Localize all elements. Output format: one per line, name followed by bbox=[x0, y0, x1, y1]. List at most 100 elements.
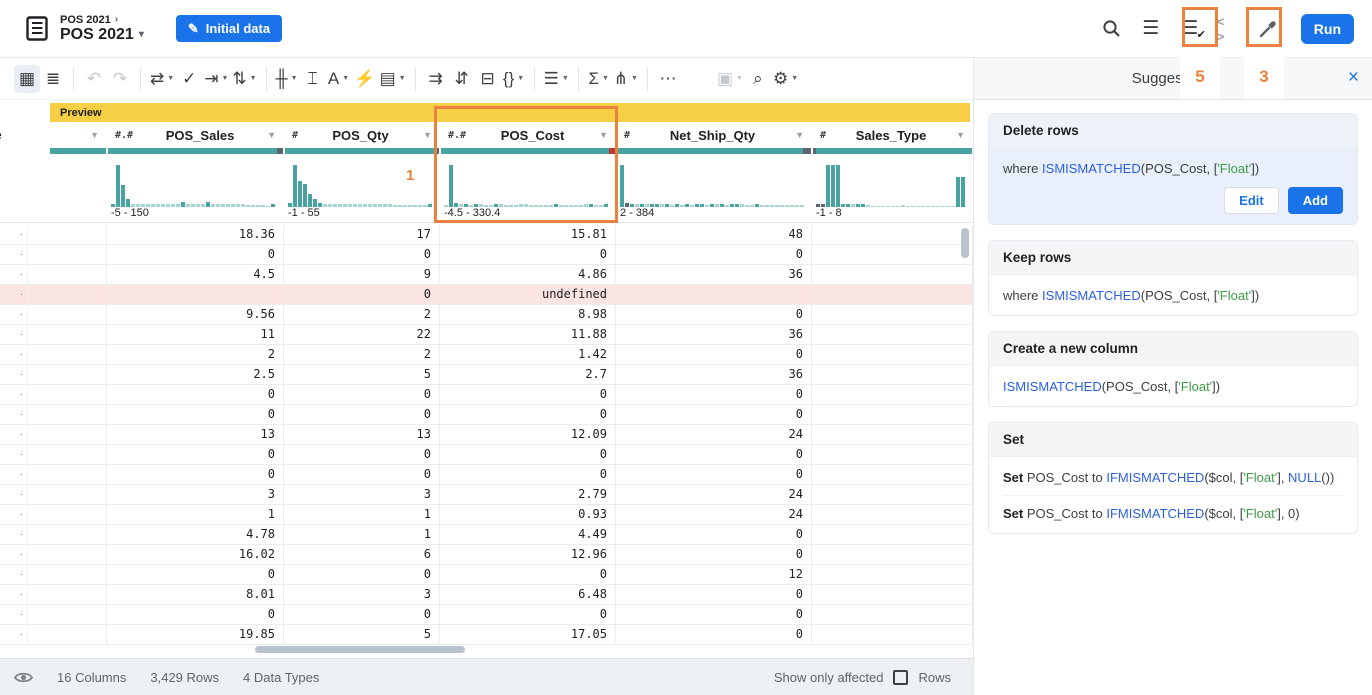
unpivot-button[interactable]: ⇉ bbox=[423, 65, 449, 93]
cell[interactable]: 0 bbox=[107, 465, 284, 484]
filter-button[interactable]: ☰▼ bbox=[542, 65, 571, 93]
cell[interactable]: 13 bbox=[284, 425, 440, 444]
cell[interactable]: 0 bbox=[616, 445, 812, 464]
more-button[interactable]: ⋯ bbox=[655, 65, 681, 93]
cell[interactable] bbox=[28, 365, 107, 384]
column-menu-chevron-icon[interactable]: ▼ bbox=[423, 130, 432, 140]
cell[interactable]: 0 bbox=[284, 465, 440, 484]
row-marker[interactable]: · bbox=[0, 365, 28, 384]
cell[interactable]: 0 bbox=[440, 605, 616, 624]
suggestion-card-keep-rows[interactable]: Keep rowswhere ISMISMATCHED(POS_Cost, ['… bbox=[988, 240, 1358, 316]
histogram-bar[interactable] bbox=[313, 199, 317, 207]
column-menu-chevron-icon[interactable]: ▼ bbox=[956, 130, 965, 140]
cell[interactable] bbox=[812, 485, 973, 504]
row-marker[interactable]: · bbox=[0, 245, 28, 264]
row-marker[interactable]: · bbox=[0, 585, 28, 604]
cell[interactable]: 2 bbox=[107, 345, 284, 364]
cell[interactable]: 0 bbox=[440, 445, 616, 464]
lookup-button[interactable]: ⌕ bbox=[745, 65, 771, 93]
histogram-bar[interactable] bbox=[836, 165, 840, 207]
cell[interactable]: 0 bbox=[107, 385, 284, 404]
row-marker[interactable]: · bbox=[0, 565, 28, 584]
cell[interactable]: 36 bbox=[616, 325, 812, 344]
cell[interactable]: 16.02 bbox=[107, 545, 284, 564]
title-caret-icon[interactable]: ▾ bbox=[139, 29, 144, 40]
histogram-bar[interactable] bbox=[126, 199, 130, 207]
cell[interactable]: 3 bbox=[284, 585, 440, 604]
column-header-clipped[interactable]: ▼ bbox=[28, 122, 107, 148]
row-marker[interactable]: · bbox=[0, 605, 28, 624]
suggestion-expression[interactable]: where ISMISMATCHED(POS_Cost, ['Float']) bbox=[1003, 286, 1343, 305]
cell[interactable]: 0 bbox=[440, 245, 616, 264]
row-marker[interactable]: · bbox=[0, 405, 28, 424]
cell[interactable]: 0 bbox=[616, 625, 812, 644]
rows-checkbox[interactable] bbox=[893, 670, 908, 685]
cell[interactable]: 0 bbox=[284, 245, 440, 264]
cell[interactable]: 0 bbox=[440, 565, 616, 584]
cell[interactable]: 2.79 bbox=[440, 485, 616, 504]
histogram-bar[interactable] bbox=[121, 185, 125, 207]
cell[interactable]: 5 bbox=[284, 625, 440, 644]
cell[interactable] bbox=[28, 545, 107, 564]
column-header-net_ship_qty[interactable]: #Net_Ship_Qty▼ bbox=[616, 122, 812, 148]
cell[interactable] bbox=[812, 565, 973, 584]
cell[interactable]: 0 bbox=[284, 405, 440, 424]
add-button[interactable]: Add bbox=[1288, 187, 1343, 214]
row-marker[interactable]: · bbox=[0, 285, 28, 304]
format-text-button[interactable]: A▼ bbox=[326, 65, 352, 93]
cell[interactable] bbox=[28, 225, 107, 244]
cell[interactable]: 4.86 bbox=[440, 265, 616, 284]
cell[interactable]: 3 bbox=[284, 485, 440, 504]
cell[interactable]: 12 bbox=[616, 565, 812, 584]
cell[interactable]: 0 bbox=[107, 245, 284, 264]
cell[interactable]: 0 bbox=[107, 445, 284, 464]
histogram-bar[interactable] bbox=[620, 165, 624, 207]
cell[interactable] bbox=[28, 305, 107, 324]
cell[interactable] bbox=[28, 385, 107, 404]
cell[interactable] bbox=[28, 325, 107, 344]
cell[interactable] bbox=[812, 465, 973, 484]
cell[interactable]: 17 bbox=[284, 225, 440, 244]
breadcrumb-item[interactable]: POS 2021 bbox=[60, 14, 111, 26]
cell[interactable] bbox=[812, 425, 973, 444]
cell[interactable]: 2 bbox=[284, 345, 440, 364]
cell[interactable]: 3 bbox=[107, 485, 284, 504]
cell[interactable]: 17.05 bbox=[440, 625, 616, 644]
nest-button[interactable]: {}▼ bbox=[501, 65, 527, 93]
cell[interactable]: 1 bbox=[284, 525, 440, 544]
merge-columns-button[interactable]: ⌶ bbox=[300, 65, 326, 93]
sort-button[interactable]: ⇅▼ bbox=[230, 65, 258, 93]
cell[interactable]: 0 bbox=[440, 385, 616, 404]
column-header-pos_qty[interactable]: #POS_Qty▼ bbox=[284, 122, 440, 148]
cell[interactable] bbox=[28, 405, 107, 424]
cell[interactable] bbox=[28, 285, 107, 304]
cell[interactable] bbox=[812, 325, 973, 344]
suggestion-card-delete-rows[interactable]: Delete rowswhere ISMISMATCHED(POS_Cost, … bbox=[988, 113, 1358, 225]
histogram-bar[interactable] bbox=[303, 184, 307, 207]
cell[interactable]: 6.48 bbox=[440, 585, 616, 604]
cell[interactable]: 0 bbox=[284, 285, 440, 304]
row-marker[interactable]: · bbox=[0, 425, 28, 444]
cell[interactable]: 4.49 bbox=[440, 525, 616, 544]
row-marker[interactable]: · bbox=[0, 325, 28, 344]
vertical-scrollbar[interactable] bbox=[961, 228, 969, 258]
cell[interactable] bbox=[28, 625, 107, 644]
cell[interactable]: 0 bbox=[107, 605, 284, 624]
histogram-pos_qty[interactable] bbox=[284, 155, 440, 207]
histogram-bar[interactable] bbox=[298, 181, 302, 207]
cell[interactable] bbox=[812, 505, 973, 524]
pivot-button[interactable]: ⊟ bbox=[475, 65, 501, 93]
row-marker[interactable]: · bbox=[0, 265, 28, 284]
cell[interactable] bbox=[812, 525, 973, 544]
cell[interactable] bbox=[812, 585, 973, 604]
cell[interactable]: 0 bbox=[284, 385, 440, 404]
cell[interactable]: 0 bbox=[616, 605, 812, 624]
cell[interactable]: 9.56 bbox=[107, 305, 284, 324]
suggestion-expression[interactable]: ISMISMATCHED(POS_Cost, ['Float']) bbox=[1003, 377, 1343, 396]
data-quality-bar[interactable] bbox=[617, 148, 811, 154]
cell[interactable] bbox=[28, 245, 107, 264]
cell[interactable] bbox=[812, 345, 973, 364]
cell[interactable] bbox=[812, 545, 973, 564]
row-marker[interactable]: · bbox=[0, 345, 28, 364]
row-marker[interactable]: · bbox=[0, 465, 28, 484]
